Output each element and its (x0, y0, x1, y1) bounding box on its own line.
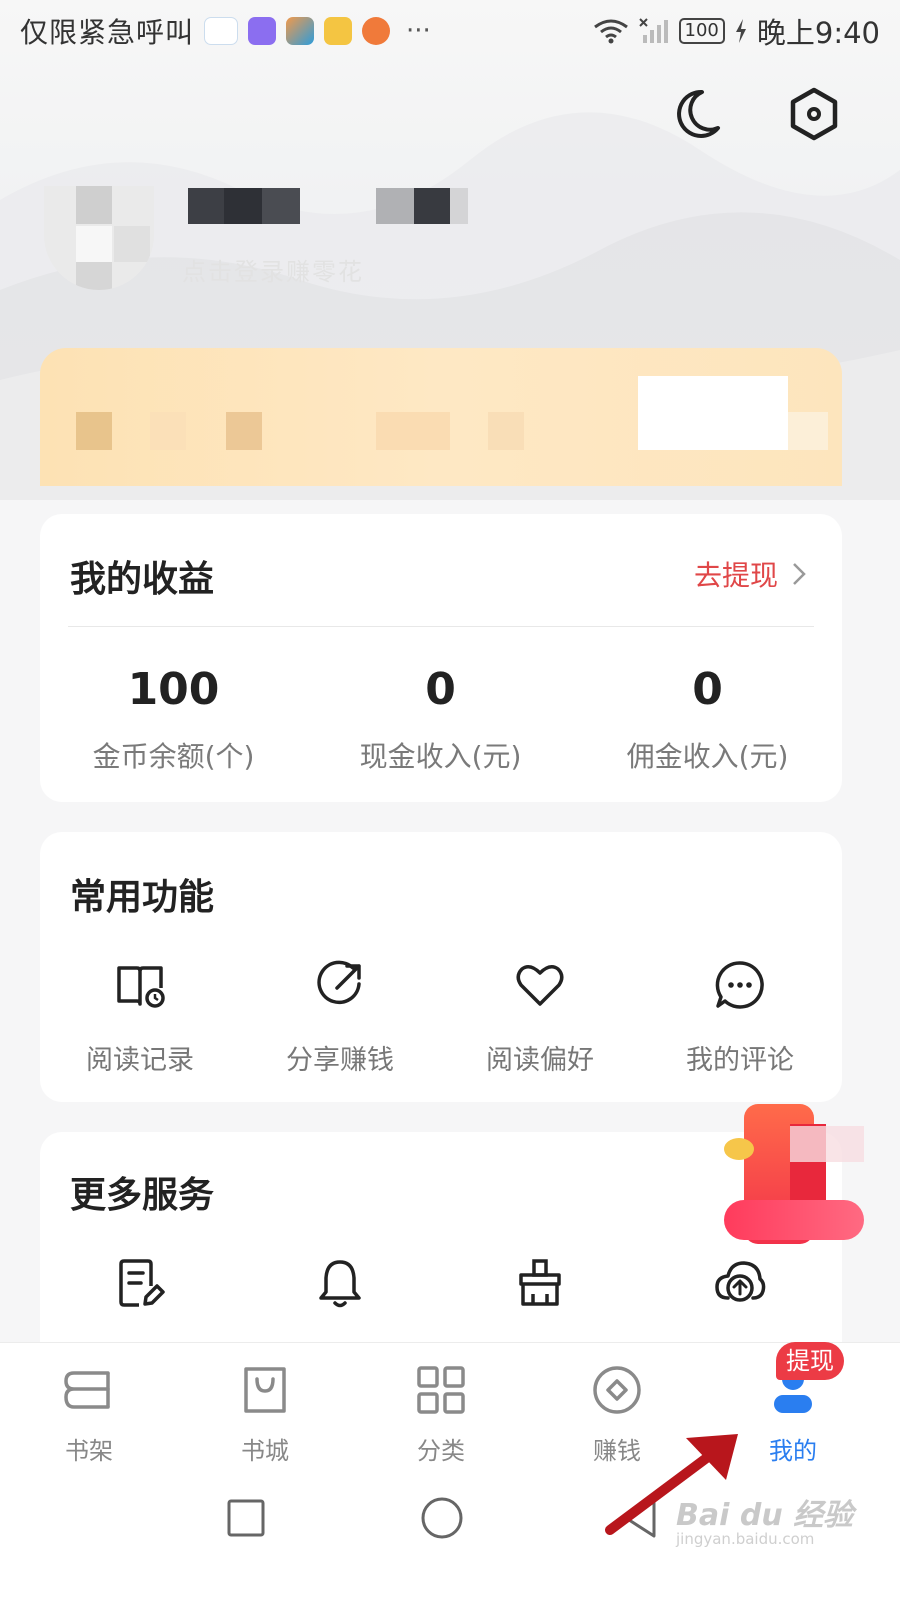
colorful-app-icon (286, 17, 315, 45)
watermark-url: jingyan.baidu.com (676, 1530, 815, 1548)
stat-label: 金币余额(个) (92, 740, 255, 773)
earnings-title: 我的收益 (70, 559, 215, 600)
profile-subtitle[interactable]: 点击登录赚零花 (182, 252, 364, 287)
bottom-tab-bar: 书架 书城 分类 赚钱 我的 (0, 1342, 900, 1472)
book-history-icon (117, 966, 165, 1008)
grid-icon (417, 1366, 465, 1414)
carrier-text: 仅限紧急呼叫 (20, 16, 195, 49)
feature-label: 阅读偏好 (486, 1045, 594, 1076)
cloud-upload-icon (715, 1261, 766, 1302)
tab-label: 分类 (417, 1437, 465, 1465)
tab-label: 书城 (241, 1437, 289, 1465)
withdraw-label: 去提现 (693, 559, 778, 592)
stat-value: 0 (692, 664, 723, 715)
tab-category[interactable]: 分类 (376, 1363, 506, 1466)
withdraw-badge: 提现 (776, 1342, 844, 1380)
hexagon-settings-icon[interactable] (786, 86, 842, 142)
wifi-icon (593, 19, 628, 44)
bell-icon (319, 1260, 361, 1308)
feature-label: 阅读记录 (86, 1045, 194, 1076)
commission-income-stat[interactable]: 0 佣金收入(元) (574, 664, 841, 775)
service-item[interactable] (440, 1256, 640, 1310)
document-edit-icon (119, 1259, 165, 1307)
common-features-title: 常用功能 (70, 877, 215, 918)
more-notifications-icon: ··· (406, 16, 431, 46)
taobao-app-icon (204, 17, 239, 45)
bookshelf-icon (64, 1371, 110, 1409)
tab-label: 书架 (65, 1437, 113, 1465)
no-signal-icon (638, 18, 668, 43)
coin-balance-stat[interactable]: 100 金币余额(个) (40, 664, 307, 775)
chevron-right-icon (793, 563, 806, 585)
earnings-card: 我的收益 去提现 100 金币余额(个) 0 现金收入(元) 0 佣金收入(元) (40, 514, 842, 802)
home-icon[interactable] (420, 1496, 464, 1540)
status-bar: 仅限紧急呼叫 ··· 100 晚上9:40 (0, 0, 900, 62)
share-icon (317, 960, 361, 1005)
cash-income-stat[interactable]: 0 现金收入(元) (307, 664, 574, 775)
tab-bookstore[interactable]: 书城 (200, 1363, 330, 1466)
yellow-bird-app-icon (324, 17, 353, 45)
service-item[interactable] (40, 1256, 240, 1310)
heart-icon (516, 965, 564, 1006)
feature-reading-history[interactable]: 阅读记录 (40, 958, 240, 1077)
stat-label: 佣金收入(元) (626, 740, 789, 773)
divider (68, 626, 814, 627)
avatar[interactable] (44, 186, 154, 290)
coin-icon (593, 1366, 641, 1414)
feature-label: 分享赚钱 (286, 1045, 394, 1076)
charging-icon (735, 19, 746, 43)
feature-share-earn[interactable]: 分享赚钱 (240, 958, 440, 1077)
stat-label: 现金收入(元) (359, 740, 522, 773)
purple-app-icon (248, 17, 277, 45)
orange-paper-plane-app-icon (362, 17, 391, 45)
battery-icon: 100 (678, 18, 725, 44)
baidu-jingyan-watermark: Bai du 经验 (676, 1498, 854, 1533)
tab-bookshelf[interactable]: 书架 (24, 1363, 154, 1466)
stat-value: 0 (425, 664, 456, 715)
battery-level: 100 (684, 20, 719, 41)
service-item[interactable] (240, 1256, 440, 1310)
recent-apps-icon[interactable] (226, 1498, 266, 1538)
username-mosaic[interactable] (188, 188, 478, 224)
vip-banner[interactable] (40, 348, 842, 486)
withdraw-link[interactable]: 去提现 (694, 554, 806, 594)
shopping-bag-icon (244, 1367, 286, 1413)
feature-my-comments[interactable]: 我的评论 (640, 958, 840, 1077)
comment-icon (715, 961, 764, 1009)
feature-reading-preference[interactable]: 阅读偏好 (440, 958, 640, 1077)
stat-value: 100 (127, 664, 220, 715)
red-packet-float[interactable] (724, 1104, 864, 1254)
more-services-title: 更多服务 (70, 1175, 215, 1216)
clock-time: 晚上9:40 (756, 16, 880, 50)
feature-label: 我的评论 (686, 1045, 794, 1076)
common-features-card: 常用功能 阅读记录 分享赚钱 阅读偏好 我的评论 (40, 832, 842, 1102)
service-item[interactable] (640, 1256, 840, 1310)
broom-icon (519, 1259, 561, 1306)
moon-icon[interactable] (668, 86, 724, 142)
